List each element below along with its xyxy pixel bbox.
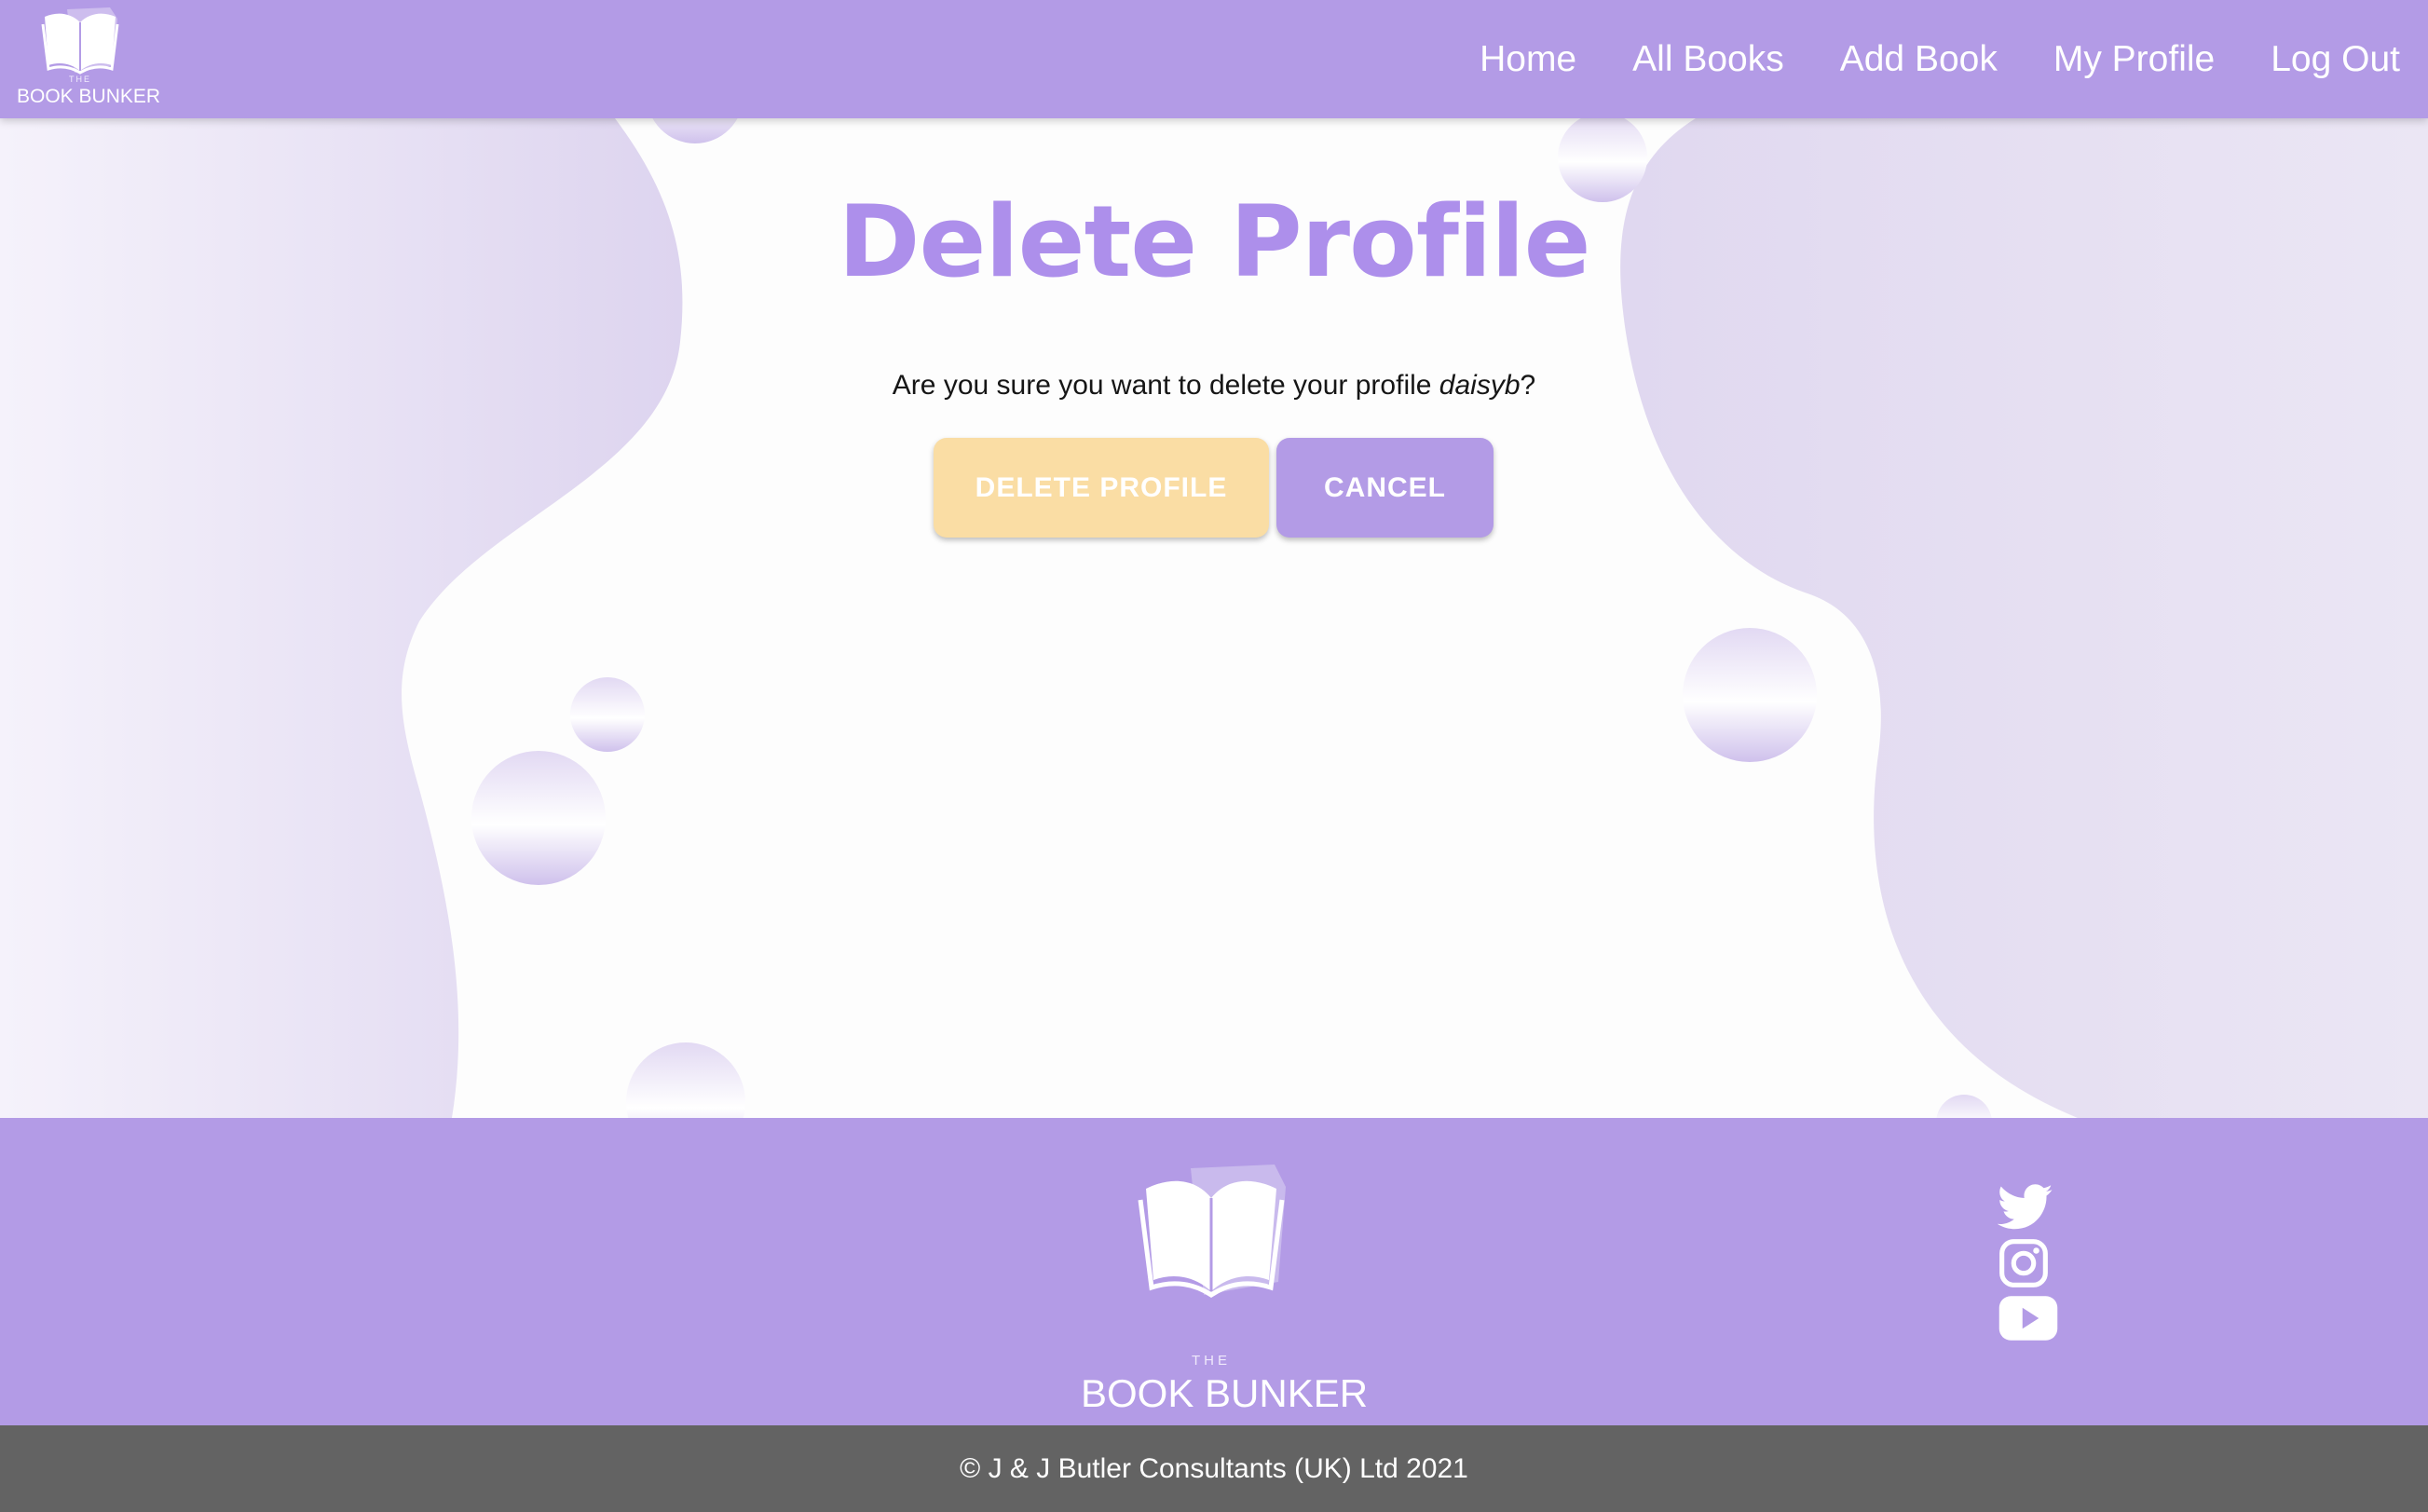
cancel-button[interactable]: CANCEL bbox=[1276, 438, 1494, 538]
nav-my-profile[interactable]: My Profile bbox=[2053, 39, 2215, 80]
instagram-icon[interactable] bbox=[1998, 1237, 2050, 1289]
social-links bbox=[1998, 1183, 2065, 1347]
footer-brand-name: BOOK BUNKER bbox=[1081, 1371, 1369, 1415]
nav-add-book[interactable]: Add Book bbox=[1840, 39, 1998, 80]
brand-name: BOOK BUNKER bbox=[17, 86, 161, 107]
delete-profile-button[interactable]: DELETE PROFILE bbox=[934, 438, 1269, 538]
footer-logo: THE BOOK BUNKER bbox=[1081, 1165, 1368, 1415]
footer-the-text: THE bbox=[1192, 1353, 1231, 1369]
nav-home[interactable]: Home bbox=[1480, 39, 1576, 80]
brand-the-text: THE bbox=[69, 75, 91, 84]
confirm-suffix: ? bbox=[1520, 370, 1536, 401]
button-row: DELETE PROFILE CANCEL bbox=[934, 438, 1494, 538]
confirm-message: Are you sure you want to delete your pro… bbox=[0, 370, 2428, 402]
copyright-bar: © J & J Butler Consultants (UK) Ltd 2021 bbox=[0, 1425, 2428, 1512]
main-content: Delete Profile Are you sure you want to … bbox=[0, 118, 2428, 1118]
nav-all-books[interactable]: All Books bbox=[1632, 39, 1784, 80]
nav-log-out[interactable]: Log Out bbox=[2271, 39, 2400, 80]
page-title: Delete Profile bbox=[838, 184, 1590, 299]
twitter-icon[interactable] bbox=[1998, 1183, 2053, 1232]
username: daisyb bbox=[1439, 370, 1521, 401]
confirm-prefix: Are you sure you want to delete your pro… bbox=[892, 370, 1439, 401]
nav-links: Home All Books Add Book My Profile Log O… bbox=[1424, 0, 2400, 118]
youtube-icon[interactable] bbox=[1998, 1295, 2059, 1342]
open-book-icon bbox=[41, 7, 119, 75]
footer: THE BOOK BUNKER bbox=[0, 1118, 2428, 1425]
brand-logo[interactable]: THE BOOK BUNKER bbox=[17, 6, 161, 110]
navbar: THE BOOK BUNKER Home All Books Add Book … bbox=[0, 0, 2428, 118]
copyright-text: © J & J Butler Consultants (UK) Ltd 2021 bbox=[960, 1452, 1468, 1484]
open-book-icon bbox=[1138, 1165, 1286, 1299]
